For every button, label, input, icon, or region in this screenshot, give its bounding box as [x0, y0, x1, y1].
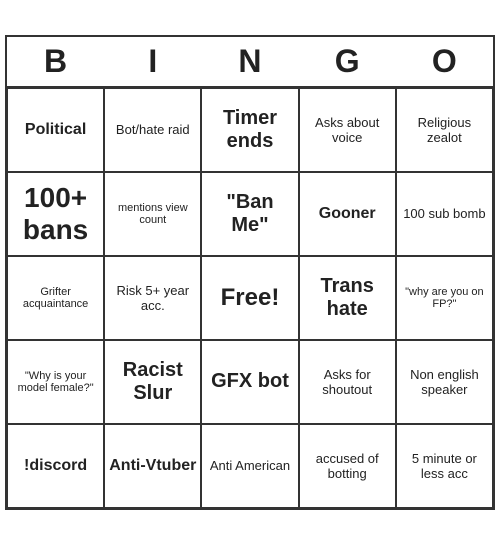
bingo-cell-16: Racist Slur [104, 340, 201, 424]
bingo-cell-11: Risk 5+ year acc. [104, 256, 201, 340]
bingo-cell-18: Asks for shoutout [299, 340, 396, 424]
bingo-cell-2: Timer ends [201, 88, 298, 172]
bingo-cell-24: 5 minute or less acc [396, 424, 493, 508]
bingo-cell-22: Anti American [201, 424, 298, 508]
letter-i: I [104, 43, 201, 80]
bingo-cell-21: Anti-Vtuber [104, 424, 201, 508]
bingo-header: B I N G O [7, 37, 493, 88]
bingo-cell-1: Bot/hate raid [104, 88, 201, 172]
letter-b: B [7, 43, 104, 80]
bingo-cell-12: Free! [201, 256, 298, 340]
bingo-cell-0: Political [7, 88, 104, 172]
bingo-cell-8: Gooner [299, 172, 396, 256]
letter-g: G [299, 43, 396, 80]
bingo-cell-13: Trans hate [299, 256, 396, 340]
letter-o: O [396, 43, 493, 80]
bingo-cell-7: "Ban Me" [201, 172, 298, 256]
bingo-cell-14: "why are you on FP?" [396, 256, 493, 340]
bingo-cell-5: 100+ bans [7, 172, 104, 256]
bingo-cell-19: Non english speaker [396, 340, 493, 424]
bingo-cell-10: Grifter acquaintance [7, 256, 104, 340]
bingo-cell-9: 100 sub bomb [396, 172, 493, 256]
bingo-cell-3: Asks about voice [299, 88, 396, 172]
bingo-cell-6: mentions view count [104, 172, 201, 256]
bingo-cell-15: "Why is your model female?" [7, 340, 104, 424]
bingo-cell-4: Religious zealot [396, 88, 493, 172]
bingo-cell-17: GFX bot [201, 340, 298, 424]
bingo-grid: PoliticalBot/hate raidTimer endsAsks abo… [7, 88, 493, 508]
bingo-card: B I N G O PoliticalBot/hate raidTimer en… [5, 35, 495, 510]
letter-n: N [201, 43, 298, 80]
bingo-cell-23: accused of botting [299, 424, 396, 508]
bingo-cell-20: !discord [7, 424, 104, 508]
